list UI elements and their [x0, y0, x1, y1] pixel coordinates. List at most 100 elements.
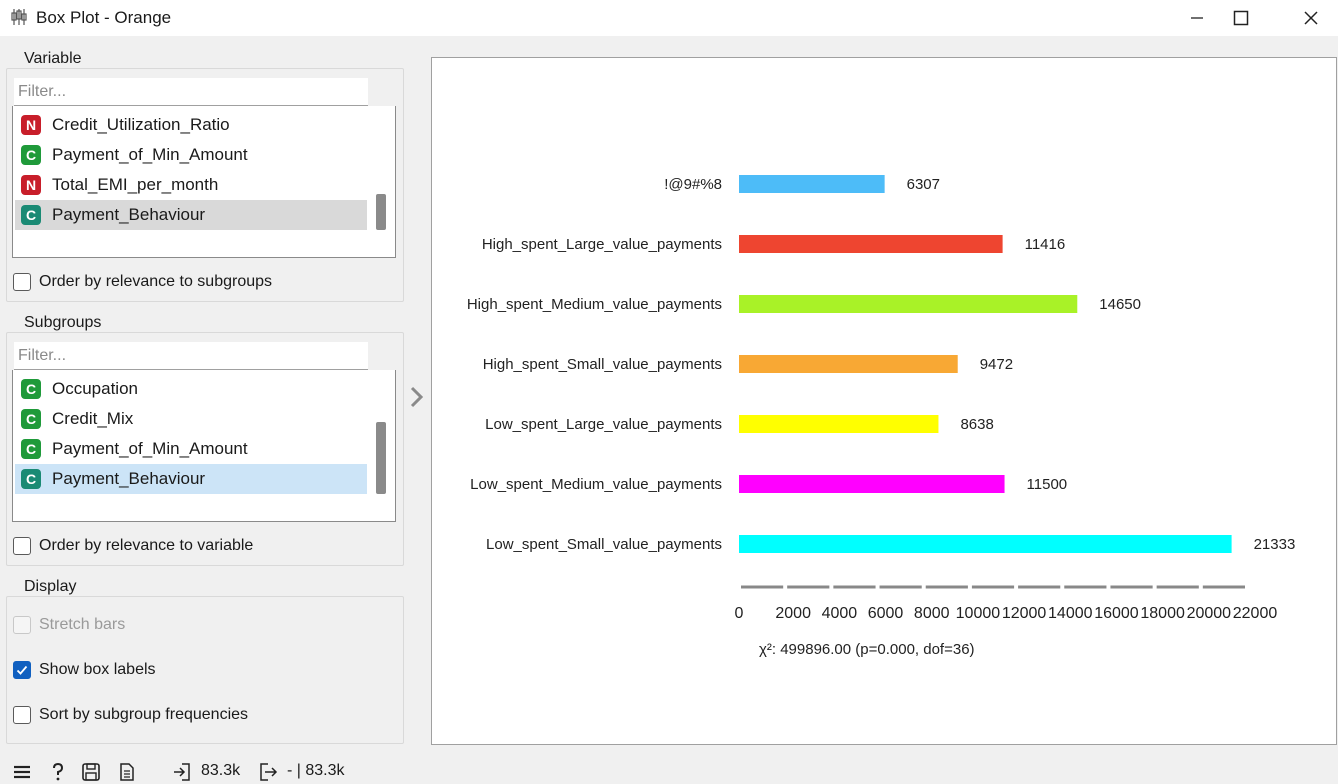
variable-item-payment-behaviour[interactable]: C Payment_Behaviour	[15, 200, 367, 230]
scroll-thumb[interactable]	[376, 194, 386, 230]
bar[interactable]	[739, 235, 1003, 253]
list-item-label: Payment_of_Min_Amount	[52, 439, 248, 458]
x-tick-label: 4000	[822, 605, 858, 622]
input-icon	[174, 763, 190, 781]
subgroup-item-payment-behaviour[interactable]: C Payment_Behaviour	[15, 464, 367, 494]
variable-item-payment-of-min-amount[interactable]: C Payment_of_Min_Amount	[15, 140, 367, 170]
order-by-relevance-subgroups-checkbox[interactable]: Order by relevance to subgroups	[13, 273, 272, 291]
sort-by-subgroup-frequencies-checkbox[interactable]: Sort by subgroup frequencies	[13, 706, 248, 724]
plot-area: !@9#%8 6307 High_spent_Large_value_payment…	[431, 57, 1337, 745]
subgroups-filter-input[interactable]	[14, 342, 368, 370]
category-label: High_spent_Large_value_payments	[482, 236, 722, 253]
scroll-thumb[interactable]	[376, 422, 386, 494]
bar[interactable]	[739, 535, 1232, 553]
close-icon	[1304, 11, 1318, 25]
subgroup-item-credit-mix[interactable]: C Credit_Mix	[15, 404, 367, 434]
subgroups-scrollbar[interactable]	[371, 370, 393, 520]
bar-value-label: 21333	[1254, 536, 1296, 553]
bar[interactable]	[739, 175, 885, 193]
bar[interactable]	[739, 355, 958, 373]
bar[interactable]	[739, 475, 1005, 493]
bar-value-label: 11416	[1025, 236, 1066, 253]
menu-icon[interactable]	[12, 762, 32, 782]
order-by-relevance-variable-checkbox[interactable]: Order by relevance to variable	[13, 537, 253, 555]
subgroup-item-payment-of-min-amount[interactable]: C Payment_of_Min_Amount	[15, 434, 367, 464]
categorical-variable-icon: C	[21, 205, 41, 225]
chi-square-footer: χ²: 499896.00 (p=0.000, dof=36)	[759, 641, 975, 658]
report-icon[interactable]	[117, 762, 137, 782]
category-label: Low_spent_Small_value_payments	[486, 536, 722, 553]
variable-filter-input[interactable]	[14, 78, 368, 106]
bar-value-label: 8638	[960, 416, 993, 433]
list-item-label: Payment_Behaviour	[52, 205, 206, 224]
category-label: Low_spent_Large_value_payments	[485, 416, 722, 433]
checkbox-box[interactable]	[13, 537, 31, 555]
variable-item-credit-utilization-ratio[interactable]: N Credit_Utilization_Ratio	[15, 110, 367, 140]
checkbox-label: Show box labels	[39, 661, 156, 678]
chevron-right-icon[interactable]	[406, 384, 428, 410]
subgroups-group-title: Subgroups	[22, 314, 104, 332]
checkbox-box[interactable]	[13, 661, 31, 679]
list-item-label: Occupation	[52, 379, 138, 398]
variable-group-title: Variable	[22, 50, 84, 68]
bar-value-label: 6307	[907, 176, 940, 193]
x-tick-label: 14000	[1048, 605, 1093, 622]
numeric-variable-icon: N	[21, 175, 41, 195]
list-item-label: Total_EMI_per_month	[52, 175, 219, 194]
list-item-label: Payment_Behaviour	[52, 469, 206, 488]
x-tick-label: 20000	[1187, 605, 1232, 622]
checkbox-label: Order by relevance to subgroups	[39, 273, 273, 290]
show-box-labels-checkbox[interactable]: Show box labels	[13, 661, 156, 679]
stretch-bars-checkbox: Stretch bars	[13, 616, 125, 634]
variable-scrollbar[interactable]	[371, 106, 393, 256]
save-icon[interactable]	[81, 762, 101, 782]
bar[interactable]	[739, 295, 1078, 313]
category-label: High_spent_Small_value_payments	[483, 356, 722, 373]
categorical-variable-icon: C	[21, 469, 41, 489]
minimize-button[interactable]	[1174, 0, 1220, 36]
checkmark-icon	[16, 665, 28, 675]
maximize-icon	[1233, 10, 1249, 26]
variable-item-total-emi-per-month[interactable]: N Total_EMI_per_month	[15, 170, 367, 200]
checkbox-label: Stretch bars	[39, 616, 126, 633]
checkbox-box[interactable]	[13, 706, 31, 724]
window-title: Box Plot - Orange	[36, 8, 172, 27]
bar-value-label: 14650	[1099, 296, 1141, 313]
x-tick-label: 18000	[1140, 605, 1185, 622]
x-tick-label: 16000	[1094, 605, 1139, 622]
input-count: 83.3k	[201, 762, 241, 779]
categorical-variable-icon: C	[21, 409, 41, 429]
x-tick-label: 10000	[956, 605, 1001, 622]
bar-chart: !@9#%8 6307 High_spent_Large_value_payment…	[467, 175, 1296, 658]
bar[interactable]	[739, 415, 939, 433]
display-group-title: Display	[22, 578, 79, 596]
bar-value-label: 9472	[980, 356, 1013, 373]
category-label: Low_spent_Medium_value_payments	[470, 476, 722, 493]
checkbox-label: Order by relevance to variable	[39, 537, 254, 554]
x-tick-label: 0	[735, 605, 744, 622]
checkbox-label: Sort by subgroup frequencies	[39, 706, 249, 723]
subgroups-list[interactable]: C Occupation C Credit_Mix C Payment_of_M…	[12, 370, 396, 522]
title-bar: Box Plot - Orange	[0, 0, 1338, 36]
maximize-button[interactable]	[1218, 0, 1264, 36]
help-icon[interactable]	[48, 762, 68, 782]
categorical-variable-icon: C	[21, 145, 41, 165]
x-tick-label: 12000	[1002, 605, 1047, 622]
variable-list[interactable]: N Credit_Utilization_Ratio C Payment_of_…	[12, 106, 396, 258]
close-button[interactable]	[1288, 0, 1334, 36]
categorical-variable-icon: C	[21, 439, 41, 459]
bar-value-label: 11500	[1027, 476, 1068, 493]
output-icon	[260, 763, 278, 781]
list-item-label: Payment_of_Min_Amount	[52, 145, 248, 164]
x-tick-label: 2000	[775, 605, 811, 622]
box-plot-icon	[11, 9, 27, 25]
categorical-variable-icon: C	[21, 379, 41, 399]
subgroup-item-occupation[interactable]: C Occupation	[15, 374, 367, 404]
minimize-icon	[1191, 17, 1203, 19]
x-tick-label: 22000	[1233, 605, 1278, 622]
checkbox-box[interactable]	[13, 273, 31, 291]
list-item-label: Credit_Mix	[52, 409, 134, 428]
list-item-label: Credit_Utilization_Ratio	[52, 115, 230, 134]
category-label: !@9#%8	[664, 176, 722, 193]
x-tick-label: 8000	[914, 605, 950, 622]
